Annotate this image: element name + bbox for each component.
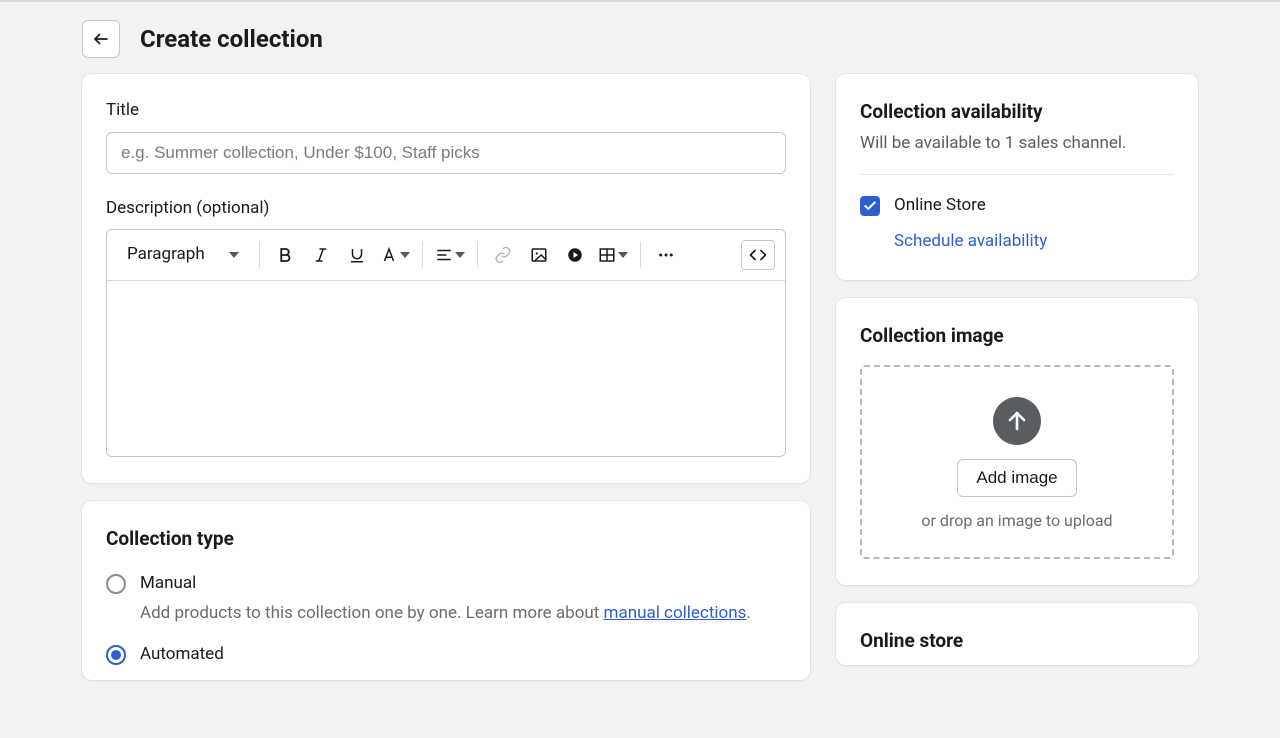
manual-desc-suffix: . — [746, 603, 750, 623]
link-icon — [494, 246, 512, 264]
align-left-icon — [435, 246, 453, 264]
toolbar-separator — [477, 242, 478, 268]
availability-heading: Collection availability — [860, 98, 1174, 127]
drop-hint-text: or drop an image to upload — [882, 509, 1152, 533]
bold-button[interactable] — [270, 240, 300, 270]
online-store-card: Online store — [836, 603, 1198, 666]
toolbar-separator — [422, 242, 423, 268]
more-button[interactable] — [651, 240, 681, 270]
caret-down-icon — [400, 252, 410, 258]
upload-icon-circle — [993, 397, 1041, 445]
title-description-card: Title Description (optional) Paragraph — [82, 74, 810, 483]
toolbar-separator — [259, 242, 260, 268]
manual-radio-description: Add products to this collection one by o… — [140, 601, 786, 627]
manual-radio-label: Manual — [140, 571, 196, 597]
code-icon — [749, 246, 767, 264]
arrow-left-icon — [92, 30, 110, 48]
caret-down-icon — [455, 252, 465, 258]
bold-icon — [276, 246, 294, 264]
italic-button[interactable] — [306, 240, 336, 270]
image-icon — [530, 246, 548, 264]
online-store-channel-row[interactable]: Online Store — [860, 193, 1174, 219]
table-icon — [598, 246, 616, 264]
description-label: Description (optional) — [106, 196, 786, 222]
back-button[interactable] — [82, 20, 120, 58]
page-header: Create collection — [82, 2, 1198, 74]
collection-type-card: Collection type Manual Add products to t… — [82, 501, 810, 680]
link-button[interactable] — [488, 240, 518, 270]
divider — [860, 174, 1174, 175]
manual-collections-link[interactable]: manual collections — [604, 603, 747, 623]
availability-subtitle: Will be available to 1 sales channel. — [860, 131, 1174, 157]
format-dropdown[interactable]: Paragraph — [117, 236, 249, 274]
description-field-group: Description (optional) Paragraph — [106, 196, 786, 457]
manual-radio[interactable] — [106, 574, 126, 594]
automated-radio[interactable] — [106, 645, 126, 665]
text-color-icon — [380, 246, 398, 264]
page-title: Create collection — [140, 21, 323, 57]
schedule-availability-link[interactable]: Schedule availability — [894, 229, 1047, 255]
online-store-checkbox[interactable] — [860, 196, 880, 216]
title-field-group: Title — [106, 98, 786, 174]
image-button[interactable] — [524, 240, 554, 270]
alignment-button[interactable] — [433, 246, 467, 264]
italic-icon — [312, 246, 330, 264]
play-circle-icon — [566, 246, 584, 264]
check-icon — [863, 199, 877, 213]
more-horizontal-icon — [657, 246, 675, 264]
arrow-up-icon — [1005, 409, 1029, 433]
rich-text-editor: Paragraph — [106, 229, 786, 457]
collection-type-heading: Collection type — [106, 525, 786, 554]
availability-card: Collection availability Will be availabl… — [836, 74, 1198, 280]
caret-down-icon — [618, 252, 628, 258]
html-view-button[interactable] — [741, 240, 775, 270]
image-dropzone[interactable]: Add image or drop an image to upload — [860, 365, 1174, 559]
rte-toolbar: Paragraph — [107, 230, 785, 281]
text-color-button[interactable] — [378, 246, 412, 264]
description-input[interactable] — [107, 281, 785, 456]
underline-icon — [348, 246, 366, 264]
toolbar-separator — [640, 242, 641, 268]
video-button[interactable] — [560, 240, 590, 270]
caret-down-icon — [229, 252, 239, 258]
online-store-heading: Online store — [860, 627, 1174, 656]
format-dropdown-label: Paragraph — [127, 242, 205, 268]
title-label: Title — [106, 98, 786, 124]
collection-image-heading: Collection image — [860, 322, 1174, 351]
title-input[interactable] — [106, 132, 786, 174]
table-button[interactable] — [596, 246, 630, 264]
collection-image-card: Collection image Add image or drop an im… — [836, 298, 1198, 585]
underline-button[interactable] — [342, 240, 372, 270]
online-store-channel-label: Online Store — [894, 193, 986, 219]
manual-radio-row[interactable]: Manual — [106, 571, 786, 597]
add-image-button[interactable]: Add image — [957, 459, 1076, 497]
manual-desc-prefix: Add products to this collection one by o… — [140, 603, 604, 623]
